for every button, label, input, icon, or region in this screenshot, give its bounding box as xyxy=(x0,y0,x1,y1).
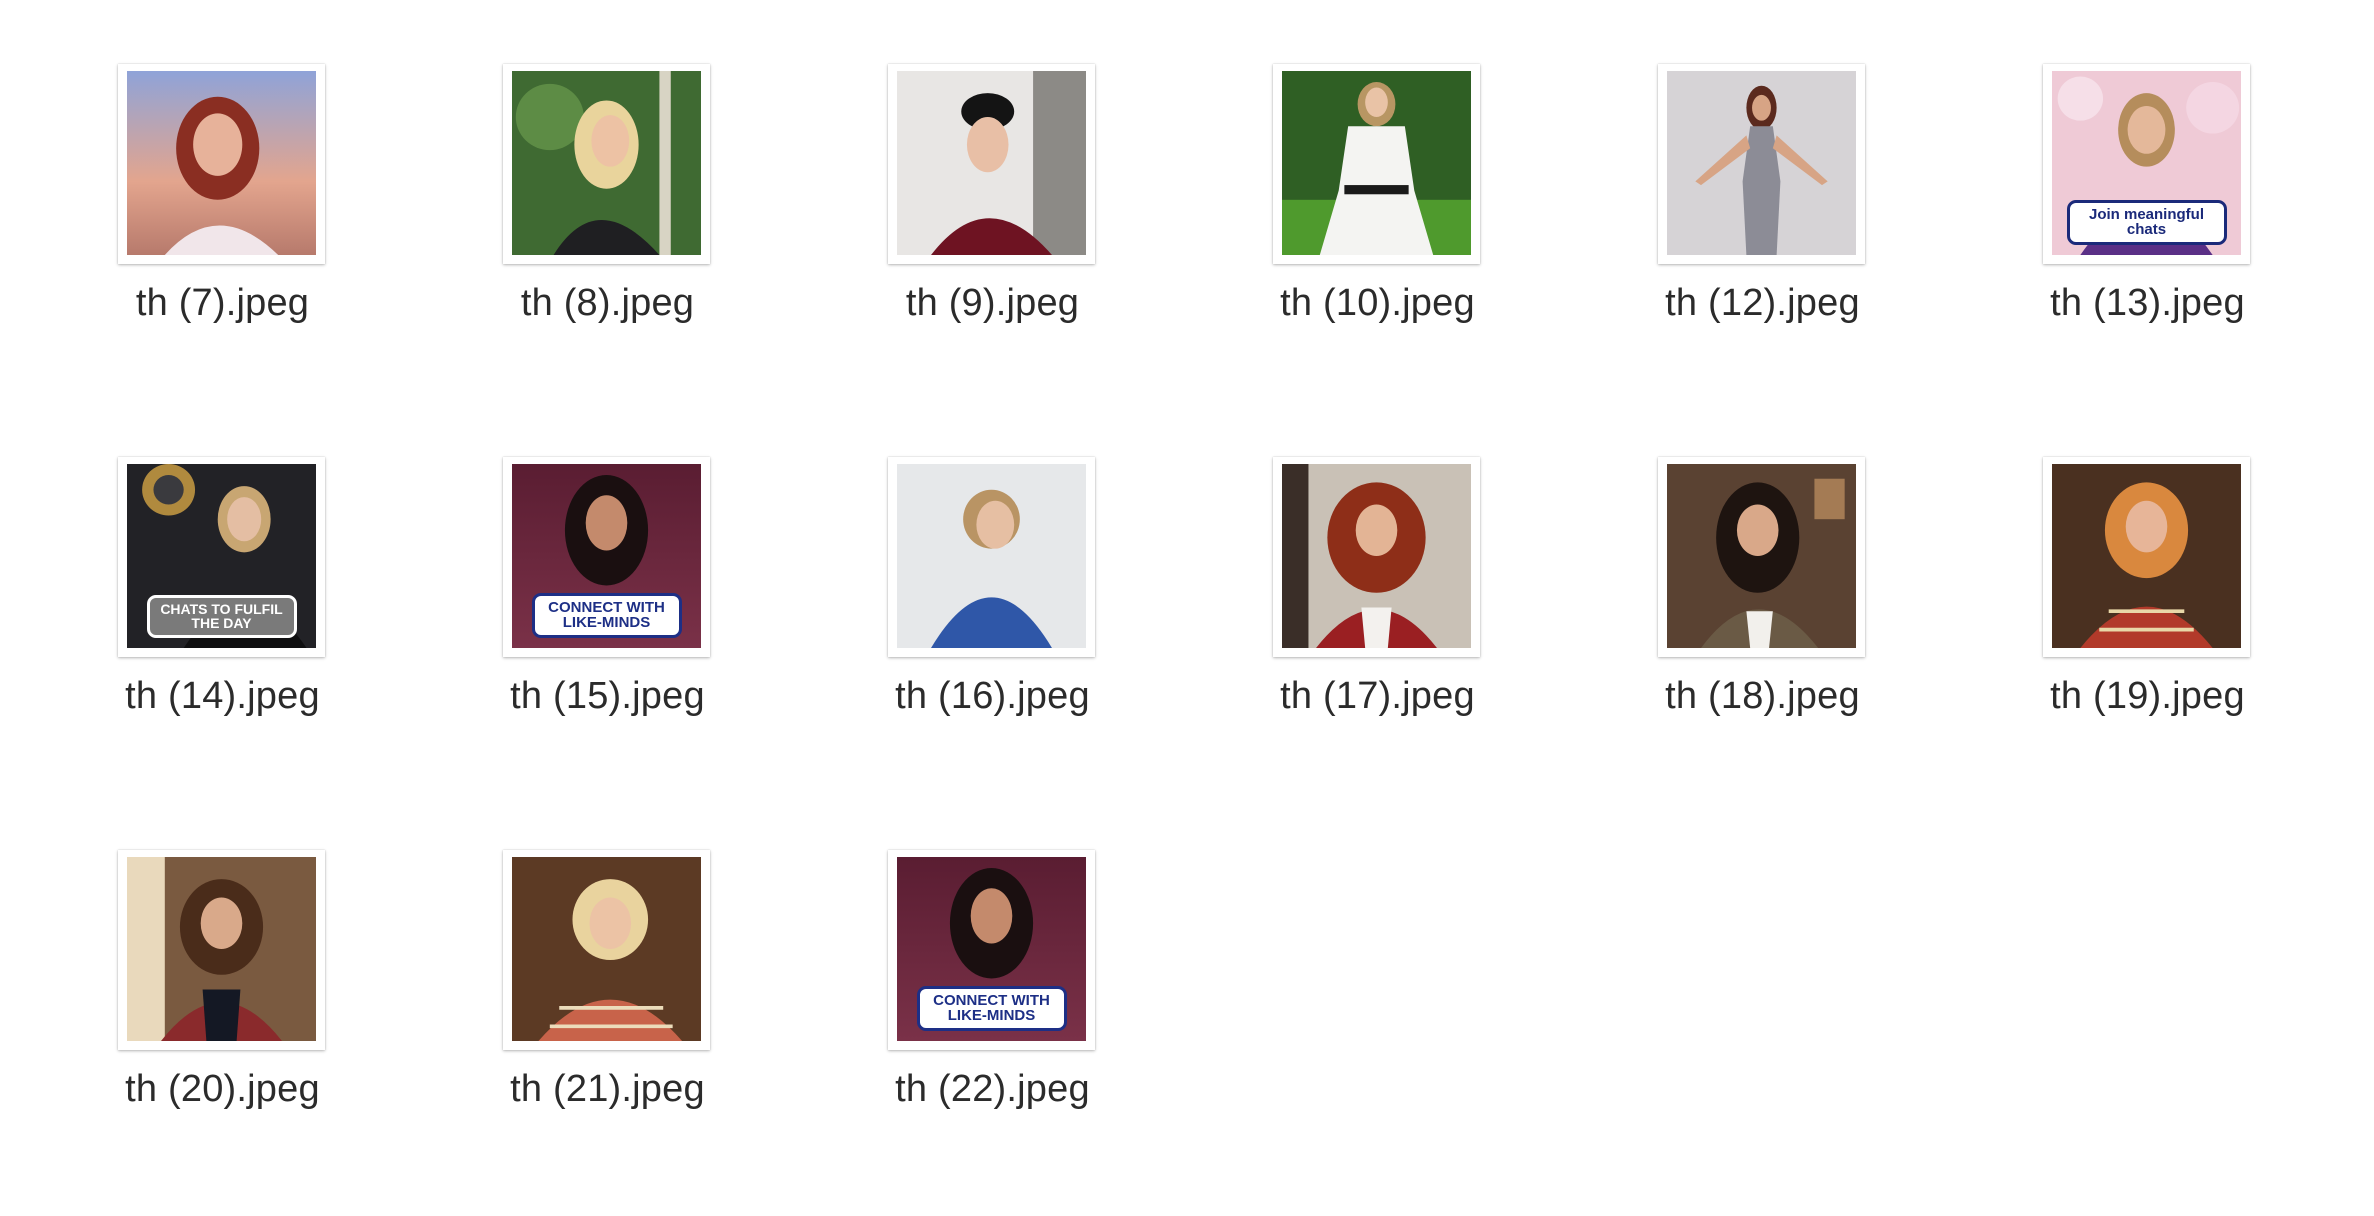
file-item[interactable]: CHATS TO FULFIL THE DAY th (14).jpeg xyxy=(30,413,415,806)
file-name[interactable]: th (8).jpeg xyxy=(415,282,800,325)
file-thumbnail[interactable] xyxy=(503,850,710,1050)
file-thumbnail[interactable] xyxy=(888,457,1095,657)
thumbnail-image xyxy=(1667,464,1856,648)
thumbnail-image xyxy=(897,71,1086,255)
file-thumbnail[interactable] xyxy=(1273,457,1480,657)
file-item[interactable]: th (18).jpeg xyxy=(1570,413,1955,806)
file-name[interactable]: th (19).jpeg xyxy=(1955,675,2340,718)
file-thumbnail[interactable]: CONNECT WITH LIKE-MINDS xyxy=(888,850,1095,1050)
thumbnail-image xyxy=(127,857,316,1041)
thumbnail-image: CONNECT WITH LIKE-MINDS xyxy=(512,464,701,648)
file-thumbnail[interactable] xyxy=(1273,64,1480,264)
file-name[interactable]: th (14).jpeg xyxy=(30,675,415,718)
file-thumbnail[interactable]: Join meaningful chats xyxy=(2043,64,2250,264)
thumbnail-image: CHATS TO FULFIL THE DAY xyxy=(127,464,316,648)
file-name[interactable]: th (15).jpeg xyxy=(415,675,800,718)
promo-badge: CONNECT WITH LIKE-MINDS xyxy=(531,592,682,638)
file-item[interactable]: th (20).jpeg xyxy=(30,806,415,1199)
file-thumbnail[interactable] xyxy=(118,64,325,264)
file-grid: th (7).jpeg th (8).jpeg th (9).jpeg th (… xyxy=(30,20,2340,1199)
promo-badge: CONNECT WITH LIKE-MINDS xyxy=(916,985,1067,1031)
file-item[interactable]: th (21).jpeg xyxy=(415,806,800,1199)
promo-badge: Join meaningful chats xyxy=(2066,199,2227,245)
file-name[interactable]: th (20).jpeg xyxy=(30,1068,415,1111)
thumbnail-image xyxy=(897,464,1086,648)
file-thumbnail[interactable] xyxy=(1658,64,1865,264)
file-item[interactable]: th (12).jpeg xyxy=(1570,20,1955,413)
file-item[interactable]: th (16).jpeg xyxy=(800,413,1185,806)
file-name[interactable]: th (16).jpeg xyxy=(800,675,1185,718)
file-name[interactable]: th (9).jpeg xyxy=(800,282,1185,325)
file-item[interactable]: th (19).jpeg xyxy=(1955,413,2340,806)
thumbnail-image xyxy=(1282,71,1471,255)
file-name[interactable]: th (13).jpeg xyxy=(1955,282,2340,325)
thumbnail-image xyxy=(512,71,701,255)
file-thumbnail[interactable] xyxy=(2043,457,2250,657)
thumbnail-image xyxy=(1667,71,1856,255)
file-name[interactable]: th (10).jpeg xyxy=(1185,282,1570,325)
thumbnail-image xyxy=(1282,464,1471,648)
file-item[interactable]: th (8).jpeg xyxy=(415,20,800,413)
thumbnail-image xyxy=(127,71,316,255)
file-item[interactable]: th (9).jpeg xyxy=(800,20,1185,413)
file-item[interactable]: Join meaningful chats th (13).jpeg xyxy=(1955,20,2340,413)
file-item[interactable]: CONNECT WITH LIKE-MINDS th (15).jpeg xyxy=(415,413,800,806)
file-name[interactable]: th (18).jpeg xyxy=(1570,675,1955,718)
file-thumbnail[interactable] xyxy=(888,64,1095,264)
file-thumbnail[interactable]: CONNECT WITH LIKE-MINDS xyxy=(503,457,710,657)
file-name[interactable]: th (12).jpeg xyxy=(1570,282,1955,325)
file-name[interactable]: th (21).jpeg xyxy=(415,1068,800,1111)
thumbnail-image xyxy=(512,857,701,1041)
file-name[interactable]: th (22).jpeg xyxy=(800,1068,1185,1111)
file-thumbnail[interactable] xyxy=(118,850,325,1050)
file-name[interactable]: th (7).jpeg xyxy=(30,282,415,325)
file-name[interactable]: th (17).jpeg xyxy=(1185,675,1570,718)
file-thumbnail[interactable] xyxy=(503,64,710,264)
file-thumbnail[interactable]: CHATS TO FULFIL THE DAY xyxy=(118,457,325,657)
file-item[interactable]: th (17).jpeg xyxy=(1185,413,1570,806)
file-thumbnail[interactable] xyxy=(1658,457,1865,657)
file-item[interactable]: th (7).jpeg xyxy=(30,20,415,413)
file-item[interactable]: CONNECT WITH LIKE-MINDS th (22).jpeg xyxy=(800,806,1185,1199)
thumbnail-image xyxy=(2052,464,2241,648)
thumbnail-image: Join meaningful chats xyxy=(2052,71,2241,255)
promo-badge: CHATS TO FULFIL THE DAY xyxy=(146,594,297,638)
thumbnail-image: CONNECT WITH LIKE-MINDS xyxy=(897,857,1086,1041)
file-item[interactable]: th (10).jpeg xyxy=(1185,20,1570,413)
